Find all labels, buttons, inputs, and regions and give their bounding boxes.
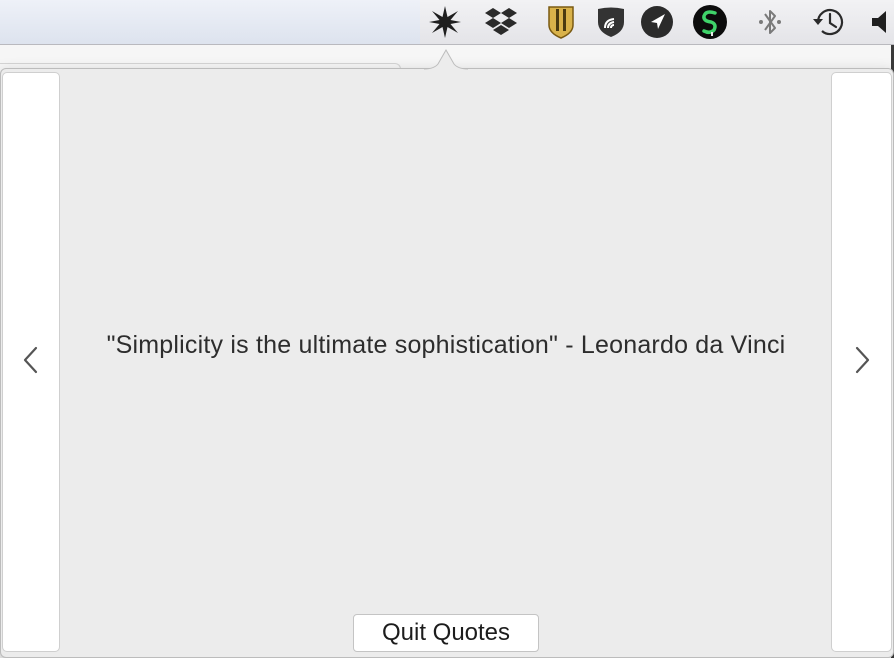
popover-pointer bbox=[424, 48, 468, 70]
shield-stripes-icon[interactable] bbox=[543, 4, 579, 40]
volume-icon[interactable] bbox=[866, 4, 894, 40]
location-arrow-icon[interactable] bbox=[639, 4, 675, 40]
quotes-popover: "Simplicity is the ultimate sophisticati… bbox=[0, 68, 894, 658]
time-machine-icon[interactable] bbox=[811, 4, 847, 40]
starburst-icon[interactable] bbox=[427, 4, 463, 40]
bluetooth-icon[interactable] bbox=[752, 4, 788, 40]
quote-text: "Simplicity is the ultimate sophisticati… bbox=[106, 331, 786, 359]
quit-quotes-button[interactable]: Quit Quotes bbox=[353, 614, 539, 652]
chevron-left-icon bbox=[22, 345, 40, 380]
wifi-shield-icon[interactable] bbox=[593, 4, 629, 40]
next-quote-button[interactable] bbox=[831, 72, 892, 652]
chevron-right-icon bbox=[853, 345, 871, 380]
dollar-circle-icon[interactable] bbox=[692, 4, 728, 40]
dropbox-icon[interactable] bbox=[483, 4, 519, 40]
menu-bar bbox=[0, 0, 894, 45]
quote-area: "Simplicity is the ultimate sophisticati… bbox=[61, 69, 831, 657]
previous-quote-button[interactable] bbox=[2, 72, 60, 652]
menu-bar-left-area bbox=[0, 0, 420, 44]
